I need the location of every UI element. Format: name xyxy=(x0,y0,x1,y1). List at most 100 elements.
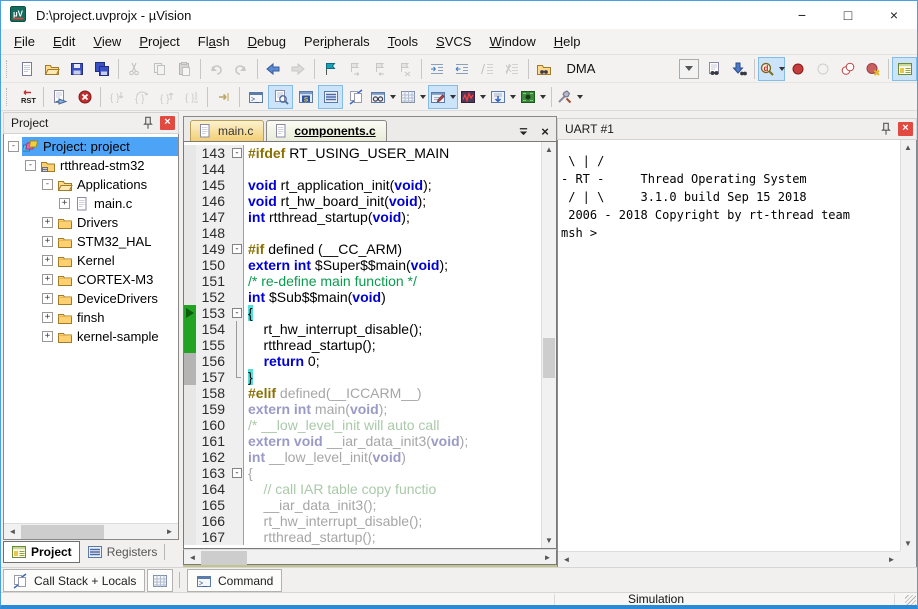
tree-item-body[interactable]: DeviceDrivers xyxy=(56,289,178,308)
uncomment-selection-button[interactable] xyxy=(500,57,525,81)
comment-selection-button[interactable] xyxy=(475,57,500,81)
toolbox-button[interactable] xyxy=(518,85,548,109)
tree-item-drivers[interactable]: +Drivers xyxy=(4,213,178,232)
menu-view[interactable]: View xyxy=(84,29,130,54)
step-over-button[interactable]: { } xyxy=(129,85,154,109)
copy-button[interactable] xyxy=(147,57,172,81)
tree-item-project-project[interactable]: -Project: project xyxy=(4,137,178,156)
system-viewer-button[interactable] xyxy=(488,85,518,109)
uart-vscrollbar[interactable]: ▲ ▼ xyxy=(900,140,916,551)
menu-peripherals[interactable]: Peripherals xyxy=(295,29,379,54)
tree-item-body[interactable]: main.c xyxy=(73,194,178,213)
fold-collapse-icon[interactable]: - xyxy=(232,148,242,158)
tree-item-body[interactable]: Project: project xyxy=(22,137,178,156)
toggle-breakpoint-button[interactable] xyxy=(785,57,810,81)
expand-icon[interactable]: + xyxy=(42,217,53,228)
find-in-files-button[interactable] xyxy=(532,57,557,81)
redo-button[interactable] xyxy=(229,57,254,81)
reset-cpu-button[interactable]: RST xyxy=(15,85,40,109)
menu-svcs[interactable]: SVCS xyxy=(427,29,480,54)
code-line-149[interactable]: 149-#if defined (__CC_ARM) xyxy=(184,241,541,257)
fold-margin[interactable]: - xyxy=(230,241,244,257)
tree-item-devicedrivers[interactable]: +DeviceDrivers xyxy=(4,289,178,308)
menu-help[interactable]: Help xyxy=(545,29,590,54)
dropdown-arrow-icon[interactable] xyxy=(540,95,546,99)
tree-item-stm32-hal[interactable]: +STM32_HAL xyxy=(4,232,178,251)
tree-item-cortex-m3[interactable]: +CORTEX-M3 xyxy=(4,270,178,289)
disable-breakpoint-button[interactable] xyxy=(810,57,835,81)
project-hscrollbar[interactable]: ◄ ► xyxy=(4,523,178,539)
stop-button[interactable] xyxy=(72,85,97,109)
editor-hscrollbar[interactable]: ◄ ► xyxy=(183,549,557,565)
cut-button[interactable] xyxy=(122,57,147,81)
scroll-down-arrow[interactable]: ▼ xyxy=(901,536,915,551)
code-line-148[interactable]: 148 xyxy=(184,225,541,241)
project-tab[interactable]: Project xyxy=(3,541,80,563)
pin-icon[interactable] xyxy=(878,121,894,137)
indent-button[interactable] xyxy=(425,57,450,81)
scroll-right-arrow[interactable]: ► xyxy=(162,525,177,539)
editor-vscrollbar[interactable]: ▲ ▼ xyxy=(541,142,556,548)
call-stack-window-button[interactable] xyxy=(343,85,368,109)
expand-icon[interactable]: + xyxy=(42,331,53,342)
tree-item-body[interactable]: Applications xyxy=(56,175,178,194)
combo-dropdown-icon[interactable] xyxy=(679,59,699,79)
scroll-thumb[interactable] xyxy=(21,525,104,539)
fold-margin[interactable]: - xyxy=(230,305,244,321)
code-line-143[interactable]: 143-#ifdef RT_USING_USER_MAIN xyxy=(184,145,541,161)
code-line-153[interactable]: 153-{ xyxy=(184,305,541,321)
tree-item-body[interactable]: rtthread-stm32 xyxy=(39,156,178,175)
disassembly-window-button[interactable] xyxy=(268,85,293,109)
code-line-146[interactable]: 146void rt_hw_board_init(void); xyxy=(184,193,541,209)
code-line-162[interactable]: 162int __low_level_init(void) xyxy=(184,449,541,465)
fold-collapse-icon[interactable]: - xyxy=(232,468,242,478)
navigate-forward-button[interactable] xyxy=(286,57,311,81)
symbol-window-button[interactable]: S xyxy=(293,85,318,109)
code-line-159[interactable]: 159extern int main(void); xyxy=(184,401,541,417)
show-next-statement-button[interactable] xyxy=(211,85,236,109)
logic-analyzer-button[interactable] xyxy=(458,85,488,109)
close-icon[interactable]: × xyxy=(160,116,175,130)
memory-window-button[interactable] xyxy=(398,85,428,109)
expand-icon[interactable]: + xyxy=(42,236,53,247)
menu-tools[interactable]: Tools xyxy=(379,29,427,54)
menu-project[interactable]: Project xyxy=(130,29,188,54)
uart-hscrollbar[interactable]: ◄ ► xyxy=(558,551,900,567)
find-menu-button[interactable]: d xyxy=(758,57,785,81)
scroll-left-arrow[interactable]: ◄ xyxy=(5,525,20,539)
fold-collapse-icon[interactable]: - xyxy=(232,244,242,254)
expand-icon[interactable]: + xyxy=(59,198,70,209)
dropdown-arrow-icon[interactable] xyxy=(577,95,583,99)
registers-tab[interactable]: Registers xyxy=(80,541,165,563)
scroll-down-arrow[interactable]: ▼ xyxy=(542,533,556,548)
pin-icon[interactable] xyxy=(140,115,156,131)
expand-icon[interactable]: + xyxy=(42,293,53,304)
code-line-163[interactable]: 163-{ xyxy=(184,465,541,481)
fold-collapse-icon[interactable]: - xyxy=(232,308,242,318)
code-view[interactable]: 143-#ifdef RT_USING_USER_MAIN144145void … xyxy=(184,142,541,548)
tree-item-body[interactable]: CORTEX-M3 xyxy=(56,270,178,289)
save-button[interactable] xyxy=(65,57,90,81)
resize-grip[interactable] xyxy=(905,595,916,606)
tree-item-body[interactable]: STM32_HAL xyxy=(56,232,178,251)
code-line-147[interactable]: 147int rtthread_startup(void); xyxy=(184,209,541,225)
command-window-button[interactable]: >_ xyxy=(243,85,268,109)
serial-window-button[interactable] xyxy=(428,85,458,109)
code-line-145[interactable]: 145void rt_application_init(void); xyxy=(184,177,541,193)
code-line-164[interactable]: 164 // call IAR table copy functio xyxy=(184,481,541,497)
tree-item-kernel-sample[interactable]: +kernel-sample xyxy=(4,327,178,346)
navigate-back-button[interactable] xyxy=(261,57,286,81)
run-to-cursor-button[interactable]: { } xyxy=(179,85,204,109)
command-tab[interactable]: >_ Command xyxy=(187,569,282,592)
fold-margin[interactable]: - xyxy=(230,145,244,161)
minimize-button[interactable]: − xyxy=(779,1,825,29)
fold-margin[interactable]: - xyxy=(230,465,244,481)
tree-item-body[interactable]: kernel-sample xyxy=(56,327,178,346)
paste-button[interactable] xyxy=(172,57,197,81)
clear-bookmarks-button[interactable] xyxy=(393,57,418,81)
code-line-157[interactable]: 157} xyxy=(184,369,541,385)
code-line-155[interactable]: 155 rtthread_startup(); xyxy=(184,337,541,353)
menu-window[interactable]: Window xyxy=(480,29,544,54)
registers-window-button[interactable] xyxy=(318,85,343,109)
find-text-combo[interactable]: DMA xyxy=(559,58,700,80)
